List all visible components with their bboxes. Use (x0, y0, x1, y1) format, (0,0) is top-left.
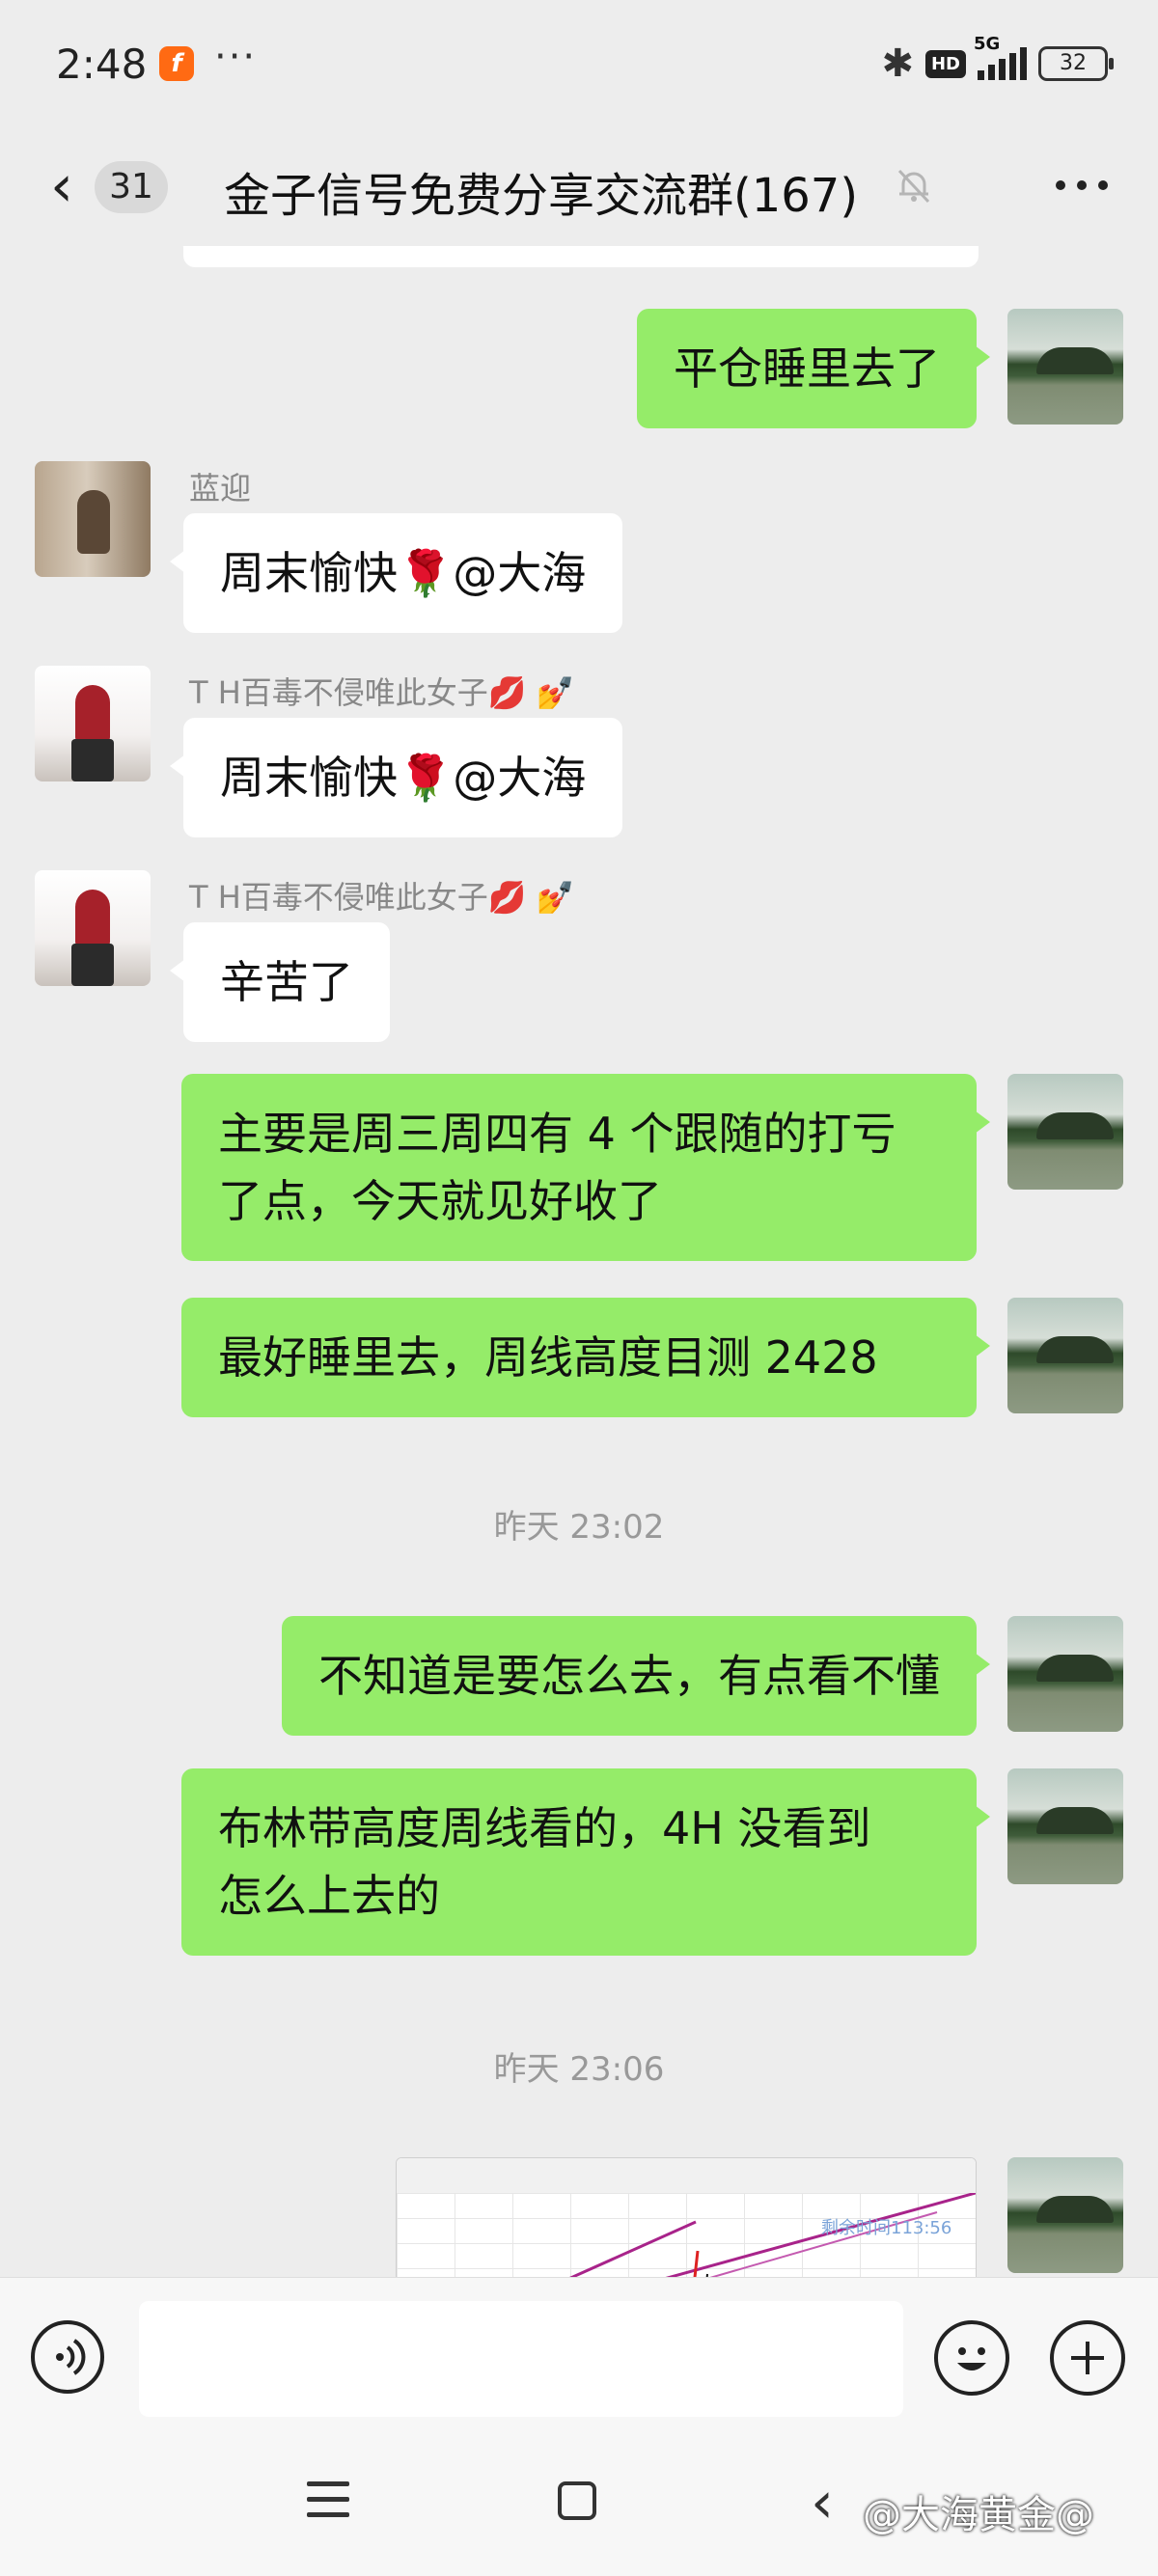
mention-text: @大海 (453, 752, 587, 804)
plus-icon (1071, 2342, 1104, 2374)
sender-name: 蓝迎 (189, 470, 252, 507)
voice-input-button[interactable] (31, 2320, 104, 2394)
battery-icon: 32 (1038, 46, 1114, 81)
add-attachment-button[interactable] (1050, 2320, 1125, 2396)
my-avatar[interactable] (1007, 309, 1123, 425)
more-options-icon[interactable] (1056, 180, 1108, 190)
status-time: 2:48 (56, 41, 148, 88)
message-bubble[interactable]: 主要是周三周四有 4 个跟随的打亏 了点，今天就见好收了 (181, 1074, 990, 1261)
recent-apps-button[interactable] (307, 2481, 349, 2520)
message-line: 布林带高度周线看的，4H 没看到 (218, 1802, 871, 1854)
my-avatar[interactable] (1007, 1298, 1123, 1413)
emoji-icon (957, 2347, 986, 2370)
bluetooth-icon: ✱ (881, 41, 914, 86)
message-bubble-partial[interactable] (170, 246, 979, 267)
message-bubble[interactable]: 周末愉快🌹@大海 (169, 718, 623, 837)
status-bar: 2:48 f ··· ✱ HD 5G 32 (0, 0, 1158, 130)
chat-title: 金子信号免费分享交流群(167) (224, 169, 859, 223)
my-avatar[interactable] (1007, 1074, 1123, 1190)
system-navigation-bar: ‹ @大海黄金@ (0, 2431, 1158, 2576)
message-line: 了点，今天就见好收了 (218, 1175, 662, 1227)
image-caption: 剩余时间113:56 (821, 2218, 952, 2238)
app-notification-icon: f (159, 46, 194, 81)
voice-icon (56, 2339, 86, 2375)
sender-name: T H百毒不侵唯此女子💋 💅 (189, 674, 575, 711)
chat-messages[interactable]: 平仓睡里去了 蓝迎 周末愉快🌹@大海 T H百毒不侵唯此女子💋 💅 周末愉快🌹@… (0, 246, 1158, 2277)
more-notifications-icon: ··· (214, 35, 258, 79)
sender-avatar[interactable] (35, 666, 151, 781)
message-bubble[interactable]: 辛苦了 (170, 922, 390, 1042)
chat-header: ‹ 31 金子信号免费分享交流群(167) (0, 130, 1158, 246)
watermark: @大海黄金@ (863, 2493, 1094, 2537)
input-bar (0, 2277, 1158, 2432)
screenshot-toolbar (397, 2158, 976, 2194)
message-bubble[interactable]: 最好睡里去，周线高度目测 2428 (181, 1298, 990, 1417)
message-timestamp: 昨天 23:02 (493, 1508, 665, 1547)
status-indicators: ✱ HD 5G 32 (881, 34, 1114, 86)
message-bubble[interactable]: 平仓睡里去了 (637, 309, 990, 428)
message-line: 主要是周三周四有 4 个跟随的打亏 (218, 1108, 896, 1160)
message-line: 怎么上去的 (218, 1870, 440, 1922)
message-text: 周末愉快 (220, 752, 398, 804)
back-icon[interactable]: ‹ (50, 157, 73, 215)
rose-emoji: 🌹 (398, 547, 454, 599)
unread-count-badge[interactable]: 31 (95, 161, 168, 213)
system-back-button[interactable]: ‹ (811, 2474, 834, 2532)
message-timestamp: 昨天 23:06 (493, 2050, 665, 2089)
home-button[interactable] (558, 2481, 596, 2520)
message-text: 周末愉快 (220, 547, 398, 599)
network-type: 5G (974, 34, 1001, 54)
hd-icon: HD (924, 49, 966, 78)
sender-avatar[interactable] (35, 870, 151, 986)
message-bubble[interactable]: 不知道是要怎么去，有点看不懂 (282, 1616, 990, 1736)
image-message[interactable]: 剩余时间113:56 (396, 2157, 977, 2277)
my-avatar[interactable] (1007, 1768, 1123, 1884)
my-avatar[interactable] (1007, 2157, 1123, 2273)
signal-icon: 5G (974, 34, 1027, 80)
message-bubble[interactable]: 周末愉快🌹@大海 (169, 513, 623, 633)
my-avatar[interactable] (1007, 1616, 1123, 1732)
sender-avatar[interactable] (35, 461, 151, 577)
rose-emoji: 🌹 (398, 752, 454, 804)
sender-name: T H百毒不侵唯此女子💋 💅 (189, 879, 575, 916)
emoji-button[interactable] (934, 2320, 1009, 2396)
message-bubble[interactable]: 布林带高度周线看的，4H 没看到 怎么上去的 (181, 1768, 990, 1956)
mention-text: @大海 (453, 547, 587, 599)
muted-bell-icon (897, 169, 930, 204)
message-input[interactable] (139, 2301, 903, 2417)
